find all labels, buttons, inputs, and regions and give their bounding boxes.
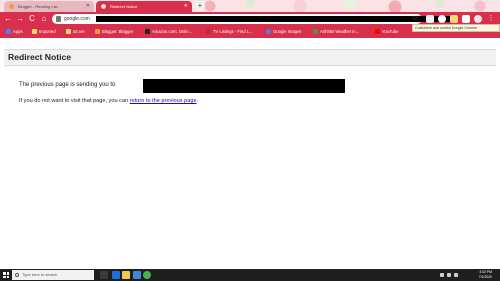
page-title: Redirect Notice	[8, 52, 72, 62]
redacted-url	[96, 16, 456, 22]
bookmark-google-images[interactable]: Google Images	[266, 26, 301, 38]
close-tab-icon[interactable]: ✕	[86, 1, 90, 12]
search-icon	[15, 273, 19, 277]
close-tab-icon[interactable]: ✕	[184, 1, 188, 12]
bookmark-arthritis-weather[interactable]: Arthritis Weather In...	[313, 26, 359, 38]
folder-icon	[66, 29, 71, 34]
redirect-banner: Redirect Notice	[4, 49, 496, 66]
weather-icon	[313, 29, 318, 34]
google-favicon-icon	[101, 4, 106, 9]
network-icon[interactable]	[447, 273, 451, 277]
youtube-icon	[375, 29, 380, 34]
tab-redirect-notice[interactable]: Redirect Notice ✕	[96, 1, 192, 12]
extension-icon[interactable]	[462, 15, 470, 23]
chrome-window: Blogger - Reading List ✕ Redirect Notice…	[0, 0, 500, 281]
extension-icon[interactable]	[438, 15, 446, 23]
chrome-taskbar-icon[interactable]	[143, 271, 151, 279]
forward-button[interactable]: →	[15, 14, 25, 24]
windows-taskbar: Type here to search 4:02 PM 7/1/2020	[0, 269, 500, 281]
bookmark-apps[interactable]: Apps	[6, 26, 23, 38]
bookmark-tv-listings[interactable]: TV Listings - Find L...	[206, 26, 253, 38]
extension-icon[interactable]	[450, 15, 458, 23]
return-link[interactable]: return to the previous page	[130, 98, 197, 104]
task-view-icon[interactable]	[100, 271, 108, 279]
profile-avatar-icon[interactable]	[474, 15, 482, 23]
taskbar-search-input[interactable]: Type here to search	[12, 270, 94, 280]
tab-title: Redirect Notice	[110, 4, 138, 9]
new-tab-button[interactable]: +	[195, 1, 205, 11]
url-text: google.com	[64, 16, 90, 22]
blogger-favicon-icon	[9, 4, 14, 9]
volume-icon[interactable]	[454, 273, 458, 277]
bookmark-youtube[interactable]: YouTube	[375, 26, 398, 38]
file-explorer-icon[interactable]	[122, 271, 130, 279]
taskbar-clock[interactable]: 4:02 PM 7/1/2020	[479, 270, 492, 280]
apps-grid-icon	[6, 29, 11, 34]
edge-icon[interactable]	[112, 271, 120, 279]
back-button[interactable]: ←	[3, 14, 13, 24]
amazon-icon	[145, 29, 150, 34]
tab-blogger-reading-list[interactable]: Blogger - Reading List ✕	[4, 1, 94, 12]
folder-icon	[32, 29, 37, 34]
bookmark-star-icon[interactable]: ☆	[412, 14, 418, 24]
menu-tooltip: Customize and control Google Chrome	[412, 24, 500, 32]
bookmark-imported[interactable]: Imported	[32, 26, 56, 38]
return-message: If you do not want to visit that page, y…	[19, 98, 199, 104]
tv-icon	[206, 29, 211, 34]
reload-button[interactable]: C	[27, 14, 37, 24]
google-icon	[266, 29, 271, 34]
store-icon[interactable]	[133, 271, 141, 279]
page-content: Redirect Notice The previous page is sen…	[0, 38, 500, 269]
home-button[interactable]: ⌂	[39, 14, 49, 24]
menu-kebab-icon[interactable]: ⋮	[487, 15, 495, 23]
tab-strip: Blogger - Reading List ✕ Redirect Notice…	[0, 0, 500, 12]
redacted-destination-link[interactable]	[143, 79, 345, 93]
bookmark-amazon[interactable]: Amazon.com: Onlin...	[145, 26, 192, 38]
extension-icon[interactable]	[426, 15, 434, 23]
blogger-icon	[95, 29, 100, 34]
tab-title: Blogger - Reading List	[18, 4, 58, 9]
bookmark-blogger[interactable]: Blogger: Blogger	[95, 26, 133, 38]
lock-icon	[56, 16, 61, 22]
address-bar[interactable]: google.com ☆	[52, 14, 456, 24]
tray-chevron-icon[interactable]	[440, 273, 444, 277]
windows-start-icon[interactable]	[3, 272, 9, 278]
bookmark-att-net[interactable]: att.net	[66, 26, 85, 38]
redirect-message: The previous page is sending you to	[19, 82, 116, 88]
